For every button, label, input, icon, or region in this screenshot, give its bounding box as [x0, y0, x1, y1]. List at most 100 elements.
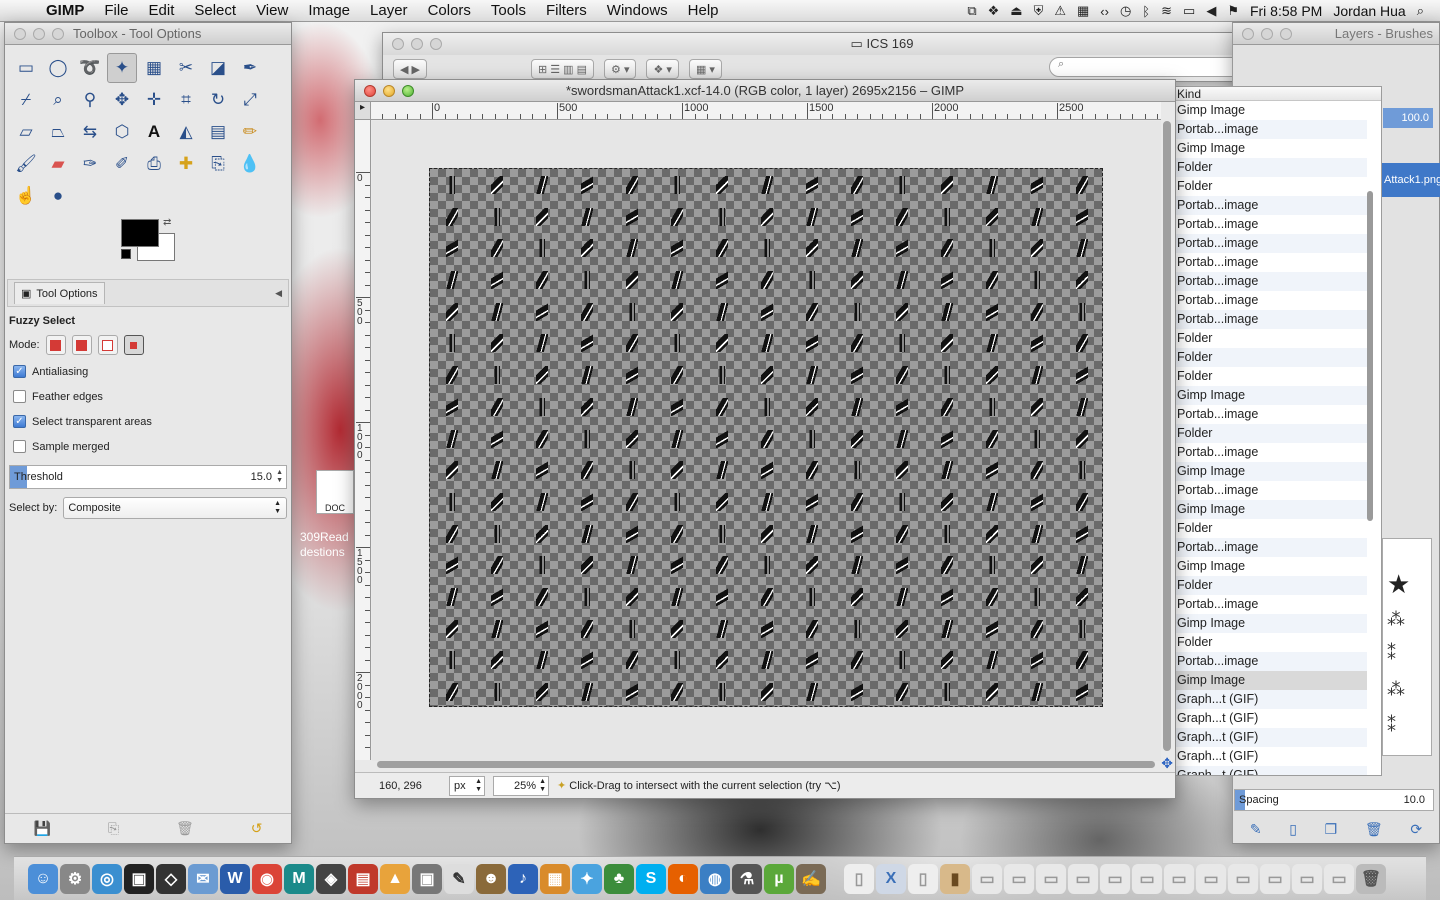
minimize-button[interactable] [1261, 27, 1273, 40]
memory-icon[interactable]: ▦ [1077, 3, 1089, 19]
panel-menu-icon[interactable]: ◀ [275, 288, 282, 299]
finder-row[interactable]: Portab...image [1175, 120, 1367, 139]
app-dock-icon[interactable]: ▤ [348, 863, 378, 894]
menu-colors[interactable]: Colors [418, 2, 481, 19]
finder-row[interactable]: Folder [1175, 424, 1367, 443]
duplicate-brush-icon[interactable]: ❐ [1325, 821, 1338, 838]
minimize-button[interactable] [33, 27, 45, 40]
finder-row[interactable]: Gimp Image [1175, 671, 1367, 690]
minimize-button[interactable] [411, 38, 423, 50]
finder-row[interactable]: Portab...image [1175, 234, 1367, 253]
feather-checkbox[interactable] [13, 390, 26, 403]
safari-dock-icon[interactable]: ◎ [92, 863, 122, 894]
align-icon[interactable]: ✛ [139, 85, 169, 115]
zoom-icon[interactable]: ⌕ [43, 85, 73, 115]
mode-subtract-button[interactable] [97, 335, 118, 355]
finder-row[interactable]: Folder [1175, 519, 1367, 538]
eraser-icon[interactable]: ▰ [43, 149, 73, 179]
utorrent-dock-icon[interactable]: µ [764, 863, 794, 894]
menu-help[interactable]: Help [678, 2, 729, 19]
flip-icon[interactable]: ⇆ [75, 117, 105, 147]
close-button[interactable] [392, 38, 404, 50]
rect-select-icon[interactable]: ▭ [11, 53, 41, 83]
app-dock-icon[interactable]: ◈ [316, 863, 346, 894]
window-dock-icon[interactable]: ▭ [972, 863, 1002, 894]
move-icon[interactable]: ✥ [107, 85, 137, 115]
alert-icon[interactable]: ⚠ [1054, 3, 1066, 19]
app-dock-icon[interactable]: ⚗ [732, 863, 762, 894]
refresh-brushes-icon[interactable]: ⟳ [1410, 821, 1422, 838]
scale-icon[interactable]: ⤢ [235, 85, 265, 115]
finder-row[interactable]: Portab...image [1175, 253, 1367, 272]
eject-icon[interactable]: ⏏ [1010, 3, 1022, 19]
paths-icon[interactable]: ✒ [235, 53, 265, 83]
mode-replace-button[interactable] [45, 335, 66, 355]
quickmask-menu-icon[interactable]: ▸ [355, 102, 371, 120]
threshold-spinner[interactable]: Threshold 15.0 ▲ ▼ [9, 465, 287, 489]
app-dock-icon[interactable]: ♣ [604, 863, 634, 894]
finder-row[interactable]: Portab...image [1175, 538, 1367, 557]
finder-row[interactable]: Gimp Image [1175, 101, 1367, 120]
delete-brush-icon[interactable]: 🗑 [1365, 821, 1383, 838]
code-icon[interactable]: ‹› [1100, 4, 1109, 19]
reset-options-icon[interactable]: ↺ [251, 820, 263, 837]
kind-column-header[interactable]: Kind [1175, 87, 1381, 101]
app-dock-icon[interactable]: ◍ [700, 863, 730, 894]
brushes-grid[interactable]: ★ ⁂ ⁑ ⁂ ⁑ [1382, 538, 1432, 756]
finder-row[interactable]: Portab...image [1175, 652, 1367, 671]
finder-row[interactable]: Graph...t (GIF) [1175, 747, 1367, 766]
brush-star-icon[interactable]: ★ [1387, 569, 1410, 600]
unity-dock-icon[interactable]: ◇ [156, 863, 186, 894]
finder-row[interactable]: Folder [1175, 633, 1367, 652]
skype-dock-icon[interactable]: S [636, 863, 666, 894]
chrome-dock-icon[interactable]: ◉ [252, 863, 282, 894]
sample-merged-option[interactable]: Sample merged [13, 440, 287, 453]
new-brush-icon[interactable]: ▯ [1289, 821, 1297, 838]
shield-icon[interactable]: ⛨ [1034, 3, 1044, 19]
feather-option[interactable]: Feather edges [13, 390, 287, 403]
bluetooth-icon[interactable]: ᛒ [1142, 4, 1150, 19]
app-dock-icon[interactable]: ▦ [540, 863, 570, 894]
blur-icon[interactable]: 💧 [235, 149, 265, 179]
window-dock-icon[interactable]: ▭ [1004, 863, 1034, 894]
finder-row[interactable]: Portab...image [1175, 272, 1367, 291]
horizontal-scrollbar[interactable] [377, 761, 1155, 768]
edit-brush-icon[interactable]: ✎ [1250, 821, 1262, 838]
app-dock-icon[interactable]: ▣ [412, 863, 442, 894]
opacity-spinner[interactable]: 100.0 [1383, 108, 1433, 128]
measure-icon[interactable]: ⚲ [75, 85, 105, 115]
vertical-scrollbar[interactable] [1163, 121, 1171, 751]
ink-icon[interactable]: ✐ [107, 149, 137, 179]
window-dock-icon[interactable]: ▭ [1196, 863, 1226, 894]
volume-icon[interactable]: ◀ [1206, 3, 1216, 19]
vertical-ruler[interactable]: 0 500 1000 1500 2000 [355, 120, 371, 760]
finder-row[interactable]: Graph...t (GIF) [1175, 709, 1367, 728]
menu-view[interactable]: View [246, 2, 298, 19]
finder-row[interactable]: Gimp Image [1175, 139, 1367, 158]
delete-options-icon[interactable]: 🗑 [176, 820, 194, 837]
screen-icon[interactable]: ⧉ [967, 3, 976, 19]
time-machine-icon[interactable]: ◷ [1120, 3, 1131, 19]
horizontal-ruler[interactable]: 0 500 1000 1500 2000 2500 [371, 102, 1161, 120]
menu-tools[interactable]: Tools [481, 2, 536, 19]
mail-dock-icon[interactable]: ✉ [188, 863, 218, 894]
finder-row[interactable]: Graph...t (GIF) [1175, 728, 1367, 747]
finder-row[interactable]: Portab...image [1175, 595, 1367, 614]
zoom-button[interactable] [402, 84, 414, 97]
save-options-icon[interactable]: 💾 [33, 820, 50, 837]
cage-transform-icon[interactable]: ⬡ [107, 117, 137, 147]
shear-icon[interactable]: ▱ [11, 117, 41, 147]
terminal-dock-icon[interactable]: ▣ [124, 863, 154, 894]
finder-row[interactable]: Folder [1175, 576, 1367, 595]
menu-layer[interactable]: Layer [360, 2, 418, 19]
paintbrush-icon[interactable]: 🖌 [11, 149, 41, 179]
zoom-button[interactable] [430, 38, 442, 50]
finder-row[interactable]: Folder [1175, 329, 1367, 348]
word-dock-icon[interactable]: W [220, 863, 250, 894]
finder-row[interactable]: Gimp Image [1175, 386, 1367, 405]
blend-icon[interactable]: ▤ [203, 117, 233, 147]
back-forward-buttons[interactable]: ◀ ▶ [393, 59, 427, 79]
antialiasing-checkbox[interactable]: ✓ [13, 365, 26, 378]
flag-icon[interactable]: ⚑ [1227, 3, 1239, 19]
menu-file[interactable]: File [94, 2, 138, 19]
